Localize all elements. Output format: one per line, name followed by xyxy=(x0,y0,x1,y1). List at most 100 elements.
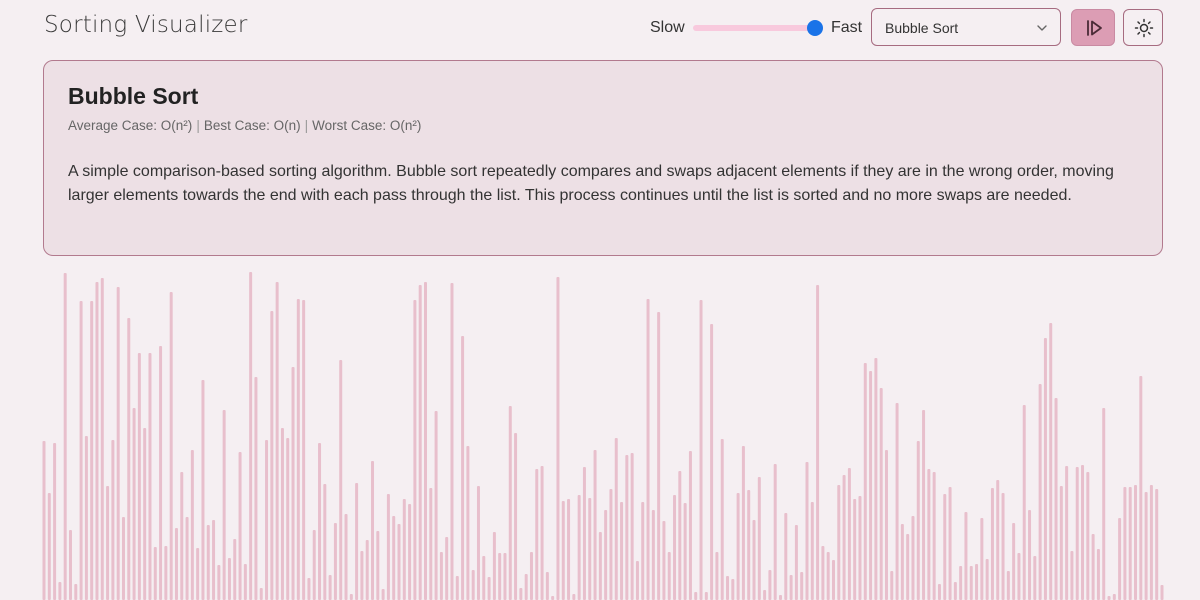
array-bar xyxy=(408,504,412,600)
array-bar xyxy=(863,363,867,600)
array-bar xyxy=(222,410,226,600)
array-bar xyxy=(1128,487,1132,600)
array-bar xyxy=(588,498,592,600)
array-bar xyxy=(227,558,231,600)
array-bar xyxy=(519,588,523,600)
array-bar xyxy=(169,292,173,600)
array-bar xyxy=(1070,551,1074,600)
array-bar xyxy=(503,553,507,600)
array-bar xyxy=(657,312,661,600)
array-bar xyxy=(842,475,846,600)
array-bar xyxy=(604,510,608,600)
array-bar xyxy=(185,517,189,600)
array-bar xyxy=(959,566,963,600)
array-bar xyxy=(996,480,1000,600)
array-bar xyxy=(1022,405,1026,600)
array-bar xyxy=(731,579,735,600)
array-bar xyxy=(127,318,131,600)
array-bar xyxy=(238,452,242,600)
array-bar xyxy=(100,278,104,600)
array-bar xyxy=(1160,585,1164,600)
array-bar xyxy=(662,521,666,600)
array-bar xyxy=(1096,549,1100,600)
array-bar xyxy=(736,493,740,600)
array-bar xyxy=(1059,486,1063,600)
array-bar xyxy=(1075,467,1079,600)
array-bar xyxy=(365,540,369,600)
sun-icon xyxy=(1134,18,1154,38)
array-bar xyxy=(630,453,634,600)
array-bar xyxy=(291,367,295,600)
array-bar xyxy=(402,499,406,600)
theme-toggle-button[interactable] xyxy=(1123,9,1163,46)
array-bar xyxy=(116,287,120,600)
speed-slider[interactable] xyxy=(693,20,823,36)
array-bar xyxy=(106,486,110,600)
array-bar xyxy=(1081,465,1085,600)
array-bar xyxy=(704,592,708,600)
array-bar xyxy=(137,353,141,600)
algorithm-select[interactable]: Bubble Sort xyxy=(871,8,1061,46)
array-bar xyxy=(816,285,820,600)
array-bar xyxy=(763,590,767,600)
array-bar xyxy=(943,494,947,600)
array-bar xyxy=(911,516,915,600)
array-bar xyxy=(620,502,624,600)
array-bar xyxy=(720,439,724,600)
array-bar xyxy=(540,466,544,600)
array-bar xyxy=(572,594,576,600)
array-bar xyxy=(121,517,125,600)
array-bar xyxy=(445,537,449,600)
array-bar xyxy=(752,520,756,600)
array-bar xyxy=(879,388,883,600)
array-bar xyxy=(174,528,178,600)
array-bar xyxy=(927,469,931,600)
array-bar xyxy=(535,469,539,600)
array-bar xyxy=(349,594,353,600)
array-bar xyxy=(990,488,994,600)
array-bar xyxy=(794,525,798,600)
array-bar xyxy=(243,564,247,600)
array-bar xyxy=(800,572,804,600)
array-bar xyxy=(159,346,163,600)
speed-slider-thumb[interactable] xyxy=(807,20,823,36)
array-bar xyxy=(757,477,761,600)
array-bar xyxy=(741,446,745,600)
speed-slider-track[interactable] xyxy=(693,25,815,31)
array-bar xyxy=(900,524,904,600)
array-bar xyxy=(164,546,168,600)
array-bar xyxy=(922,410,926,600)
array-bar xyxy=(726,576,730,600)
average-case: Average Case: O(n²) xyxy=(68,118,193,133)
array-bar xyxy=(397,524,401,600)
array-bar xyxy=(1123,487,1127,600)
best-case: Best Case: O(n) xyxy=(203,118,301,133)
complexity-line: Average Case: O(n²) | Best Case: O(n) | Wors… xyxy=(68,118,421,133)
array-bar xyxy=(333,523,337,600)
array-bar xyxy=(805,462,809,600)
array-bar xyxy=(646,299,650,600)
play-button[interactable] xyxy=(1071,9,1115,46)
array-bar xyxy=(773,464,777,600)
algorithm-info-card: Bubble Sort Average Case: O(n²) | Best Cas… xyxy=(43,60,1163,256)
array-bar xyxy=(1049,323,1053,600)
array-bar xyxy=(895,403,899,600)
array-bar xyxy=(217,565,221,600)
array-bar xyxy=(1043,338,1047,600)
array-bar xyxy=(768,570,772,600)
array-bar xyxy=(916,441,920,600)
array-bar xyxy=(837,485,841,600)
array-bar xyxy=(853,499,857,600)
array-bar xyxy=(270,311,274,600)
array-bar xyxy=(355,483,359,600)
array-bar xyxy=(90,301,94,600)
array-bar xyxy=(847,468,851,600)
array-bar xyxy=(461,336,465,600)
array-bar xyxy=(635,561,639,600)
speed-fast-label: Fast xyxy=(831,19,863,36)
array-bar xyxy=(514,433,518,600)
array-bar xyxy=(715,552,719,600)
array-bar xyxy=(318,443,322,600)
array-bar xyxy=(508,406,512,600)
array-bar xyxy=(476,486,480,600)
